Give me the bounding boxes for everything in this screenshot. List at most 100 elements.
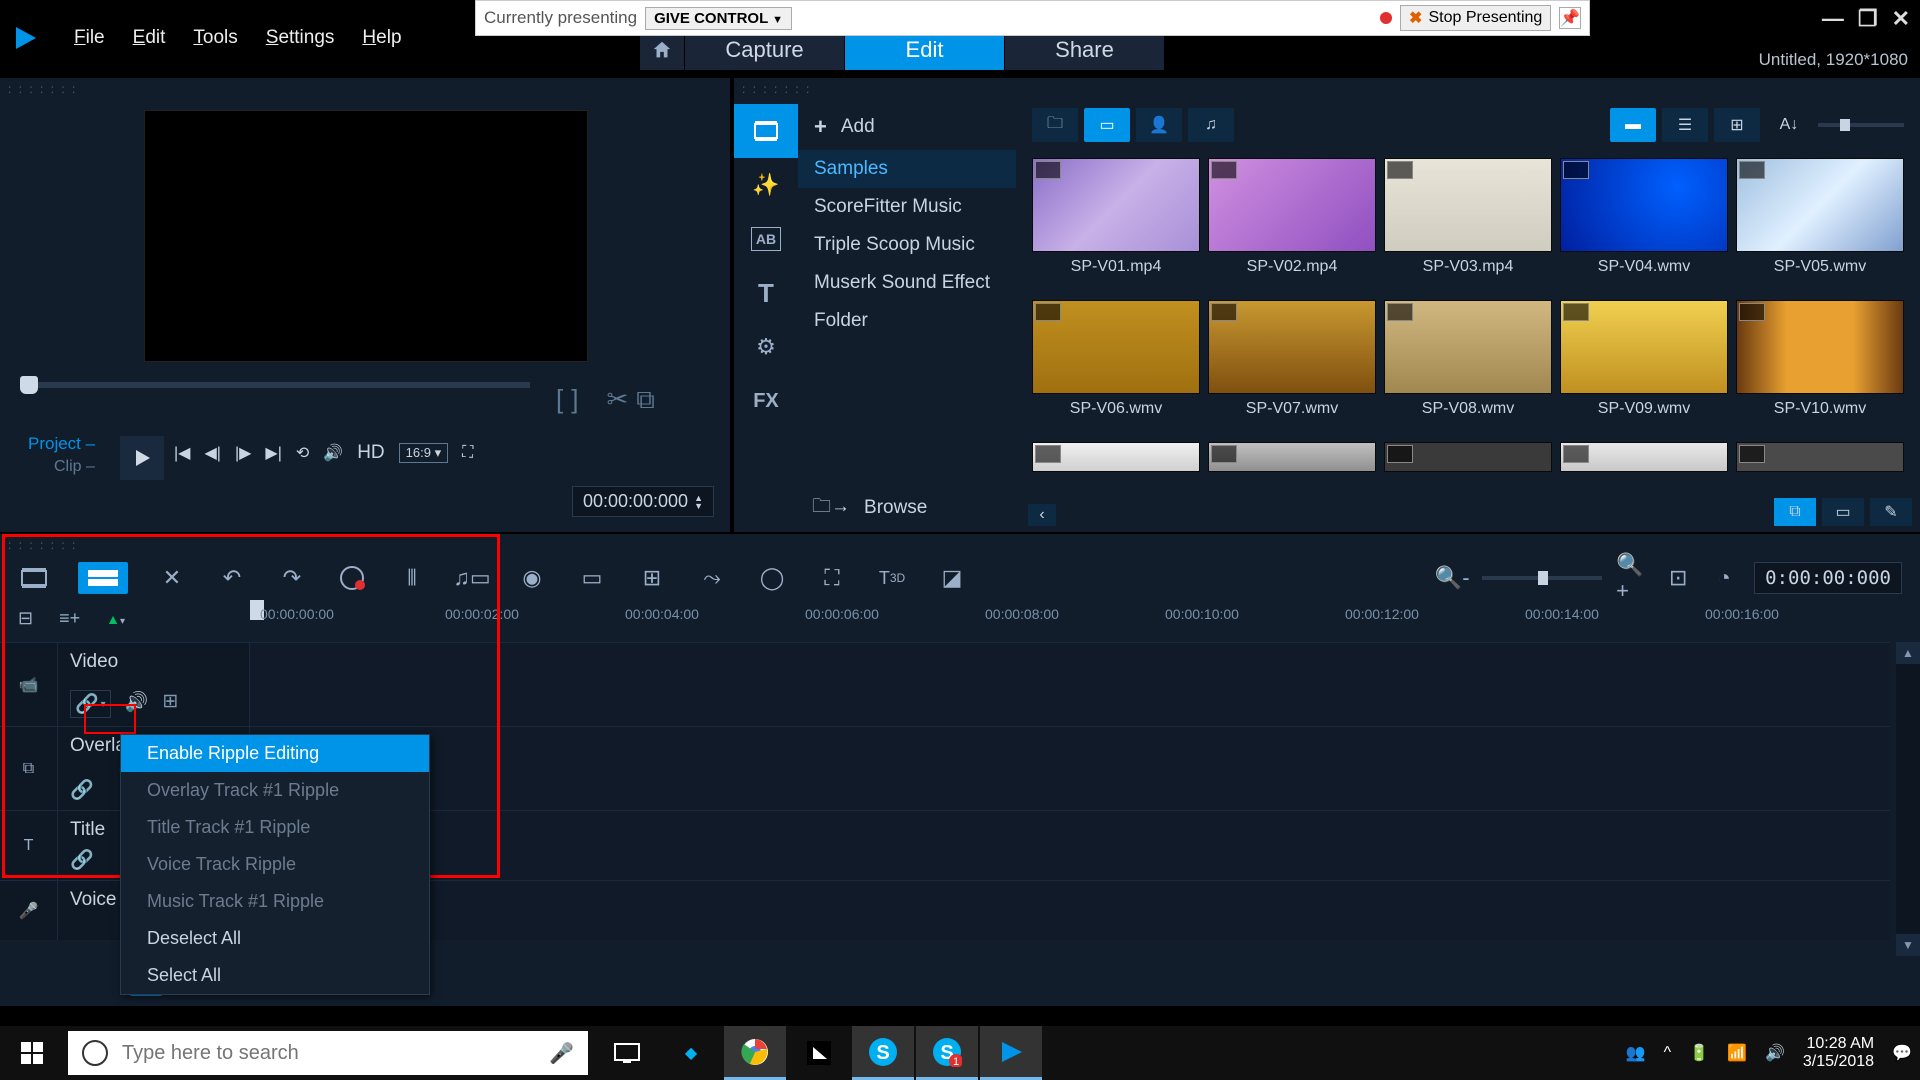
taskbar-search[interactable]: 🎤 <box>68 1031 588 1075</box>
zoom-out-icon[interactable]: 🔍- <box>1436 562 1468 594</box>
view-thumbnail-button[interactable]: ▬ <box>1610 108 1656 142</box>
import-button[interactable]: 🗀 <box>1032 108 1078 142</box>
clip-item[interactable]: SP-V09.wmv <box>1560 300 1728 434</box>
zoom-in-icon[interactable]: 🔍+ <box>1616 562 1648 594</box>
mic-icon[interactable]: 🎤 <box>549 1041 574 1066</box>
track-motion-icon[interactable]: ◯ <box>756 562 788 594</box>
fit-project-icon[interactable]: ⊡ <box>1662 562 1694 594</box>
clip-thumbnail[interactable] <box>1736 158 1904 252</box>
loop-icon[interactable]: ⟲ <box>296 443 309 463</box>
clip-thumbnail[interactable] <box>1384 442 1552 472</box>
clip-item[interactable]: SP-V03.mp4 <box>1384 158 1552 292</box>
menu-file[interactable]: File <box>74 27 105 49</box>
tab-capture[interactable]: Capture <box>684 30 844 70</box>
preview-screen[interactable] <box>144 110 588 362</box>
menu-overlay-ripple[interactable]: Overlay Track #1 Ripple <box>121 772 429 809</box>
clip-item[interactable] <box>1032 442 1200 488</box>
library-item-folder[interactable]: Folder <box>798 302 1016 340</box>
library-item-triple-scoop[interactable]: Triple Scoop Music <box>798 226 1016 264</box>
app-icon[interactable]: ◆ <box>660 1026 722 1080</box>
crop-icon[interactable]: ⛶ <box>816 562 848 594</box>
preview-timecode[interactable]: 00:00:00:000 ▲▼ <box>572 486 714 517</box>
storyboard-view-icon[interactable] <box>18 562 50 594</box>
clip-thumbnail[interactable] <box>1208 300 1376 394</box>
panel-gripper[interactable]: : : : : : : : <box>742 82 811 96</box>
track-fx-icon[interactable]: ⊞ <box>162 690 178 718</box>
record-icon[interactable] <box>336 562 368 594</box>
wifi-icon[interactable]: 📶 <box>1727 1043 1747 1063</box>
auto-music-icon[interactable]: ♫▭ <box>456 562 488 594</box>
clip-thumbnail[interactable] <box>1032 300 1200 394</box>
clip-item[interactable] <box>1736 442 1904 488</box>
task-view-icon[interactable] <box>596 1026 658 1080</box>
timeline-timecode[interactable]: 0:00:00:000 <box>1754 562 1902 594</box>
menu-title-ripple[interactable]: Title Track #1 Ripple <box>121 809 429 846</box>
clip-thumbnail[interactable] <box>1736 442 1904 472</box>
menu-select-all[interactable]: Select All <box>121 957 429 994</box>
clip-thumbnail[interactable] <box>1032 442 1200 472</box>
scroll-down-icon[interactable]: ▼ <box>1896 934 1920 956</box>
taskbar-clock[interactable]: 10:28 AM 3/15/2018 <box>1803 1035 1874 1071</box>
lib-transitions-icon[interactable]: ✨ <box>734 158 798 212</box>
app-icon[interactable] <box>788 1026 850 1080</box>
menu-help[interactable]: Help <box>362 27 401 49</box>
track-area[interactable] <box>250 881 1890 940</box>
minimize-button[interactable]: — <box>1822 6 1844 32</box>
clip-item[interactable]: SP-V05.wmv <box>1736 158 1904 292</box>
lib-footer-btn3[interactable]: ✎ <box>1870 498 1912 526</box>
people-icon[interactable]: 👥 <box>1626 1043 1646 1063</box>
library-add-button[interactable]: + Add <box>798 104 1016 150</box>
play-button[interactable] <box>120 436 164 480</box>
videostudio-icon[interactable] <box>980 1026 1042 1080</box>
3d-title-icon[interactable]: T3D <box>876 562 908 594</box>
link-icon[interactable]: 🔗 <box>70 848 94 872</box>
scrub-bar[interactable] <box>20 382 530 388</box>
tools-icon[interactable]: ✕ <box>156 562 188 594</box>
clip-item[interactable] <box>1384 442 1552 488</box>
tray-up-icon[interactable]: ^ <box>1664 1044 1672 1062</box>
close-button[interactable]: ✕ <box>1892 6 1910 32</box>
duration-icon[interactable]: ◔ <box>1708 562 1740 594</box>
clip-item[interactable]: SP-V02.mp4 <box>1208 158 1376 292</box>
pin-button[interactable]: 📌 <box>1559 7 1581 29</box>
mark-in-icon[interactable]: [ <box>556 384 563 416</box>
battery-icon[interactable]: 🔋 <box>1689 1043 1709 1063</box>
clip-item[interactable]: SP-V10.wmv <box>1736 300 1904 434</box>
menu-music-ripple[interactable]: Music Track #1 Ripple <box>121 883 429 920</box>
filter-video-button[interactable]: ▭ <box>1084 108 1130 142</box>
lib-settings-icon[interactable]: ⚙ <box>734 320 798 374</box>
timeline-view-icon[interactable] <box>78 562 128 594</box>
lib-media-icon[interactable] <box>734 104 798 158</box>
view-list-button[interactable]: ☰ <box>1662 108 1708 142</box>
chrome-icon[interactable] <box>724 1026 786 1080</box>
sound-icon[interactable]: 🔊 <box>1765 1043 1785 1063</box>
filter-audio-button[interactable]: ♫ <box>1188 108 1234 142</box>
track-area[interactable] <box>250 643 1890 726</box>
menu-settings[interactable]: Settings <box>266 27 335 49</box>
mark-out-icon[interactable]: ] <box>571 384 578 416</box>
track-mute-icon[interactable]: 🔊 <box>125 690 149 718</box>
lib-title-icon[interactable]: AB <box>751 227 781 251</box>
menu-enable-ripple[interactable]: Enable Ripple Editing <box>121 735 429 772</box>
clip-item[interactable]: SP-V06.wmv <box>1032 300 1200 434</box>
skype2-icon[interactable]: S1 <box>916 1026 978 1080</box>
clip-thumbnail[interactable] <box>1736 300 1904 394</box>
redo-icon[interactable]: ↷ <box>276 562 308 594</box>
clip-item[interactable] <box>1560 442 1728 488</box>
add-track-icon[interactable]: ≡+ <box>59 608 80 629</box>
mode-clip[interactable]: Clip – <box>54 458 95 476</box>
hd-button[interactable]: HD <box>357 442 384 464</box>
menu-edit[interactable]: Edit <box>133 27 166 49</box>
clip-thumbnail[interactable] <box>1560 442 1728 472</box>
step-back-icon[interactable]: ◀| <box>204 443 220 463</box>
lib-fx-icon[interactable]: FX <box>734 374 798 428</box>
split-icon[interactable]: ✂ <box>606 384 628 416</box>
clip-item[interactable]: SP-V07.wmv <box>1208 300 1376 434</box>
subtitle-icon[interactable]: ▭ <box>576 562 608 594</box>
notifications-icon[interactable]: 💬 <box>1892 1043 1912 1063</box>
give-control-button[interactable]: GIVE CONTROL ▼ <box>645 7 792 30</box>
track-area[interactable] <box>250 727 1890 810</box>
clip-thumbnail[interactable] <box>1032 158 1200 252</box>
panel-gripper[interactable]: : : : : : : : <box>8 82 77 96</box>
track-video-icon[interactable]: 📹 <box>0 643 58 726</box>
